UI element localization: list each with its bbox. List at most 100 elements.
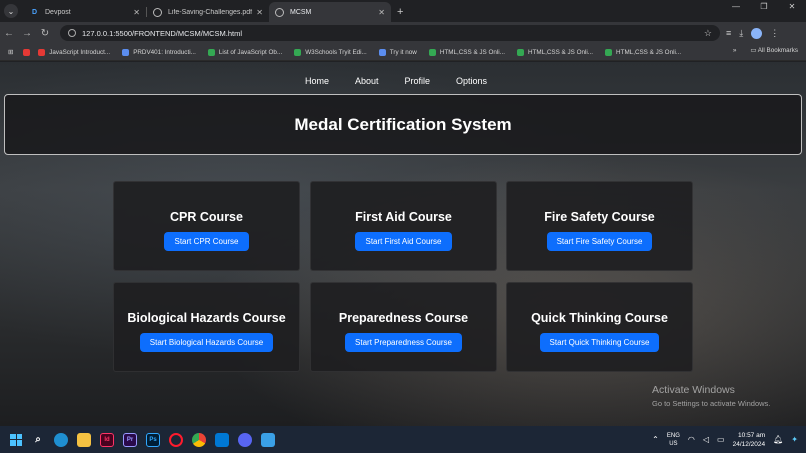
bookmark-item[interactable]: W3Schools Tryit Edi... [294, 48, 367, 56]
bookmark-item[interactable]: HTML,CSS & JS Onli... [605, 48, 682, 56]
course-card-first-aid: First Aid Course Start First Aid Course [310, 181, 497, 271]
bookmark-icon [378, 48, 386, 56]
wifi-icon[interactable]: ◠ [688, 435, 695, 444]
photoshop-icon[interactable]: Ps [146, 432, 160, 447]
watermark-title: Activate Windows [652, 384, 735, 396]
address-bar-row: ← → ↻ 127.0.0.1:5500/FRONTEND/MCSM/MCSM.… [0, 22, 806, 44]
reload-icon[interactable]: ↻ [36, 28, 54, 39]
tab-search-icon[interactable]: ⌄ [4, 4, 18, 18]
edge-icon[interactable] [54, 432, 68, 447]
url-text[interactable]: 127.0.0.1:5500/FRONTEND/MCSM/MCSM.html [82, 29, 704, 38]
bookmark-item[interactable]: HTML,CSS & JS Onli... [516, 48, 594, 56]
bookmark-icon [38, 48, 46, 56]
apps-icon[interactable]: ⊞ [8, 49, 13, 56]
maximize-icon[interactable]: ❐ [750, 2, 778, 11]
nav-profile[interactable]: Profile [405, 76, 431, 86]
bookmark-star-icon[interactable]: ☆ [704, 28, 712, 39]
download-icon[interactable]: ⤓ [739, 28, 743, 39]
bookmark-item[interactable]: JavaScript Introduct... [38, 48, 111, 56]
all-bookmarks[interactable]: ▭ All Bookmarks [750, 47, 798, 54]
tab-title: MCSM [290, 8, 312, 16]
bookmark-label: HTML,CSS & JS Onli... [616, 48, 682, 56]
indesign-icon[interactable]: Id [100, 432, 114, 447]
bookmark-icon [207, 48, 215, 56]
globe-icon [275, 7, 284, 17]
close-window-icon[interactable]: ✕ [778, 2, 806, 11]
minimize-icon[interactable]: — [722, 2, 750, 11]
course-title: Preparedness Course [338, 311, 469, 325]
media-icon[interactable]: ≡ [726, 28, 731, 38]
globe-icon [153, 7, 162, 17]
search-icon[interactable]: ⌕ [31, 433, 45, 447]
bookmark-item[interactable]: List of JavaScript Ob... [207, 48, 283, 56]
clock[interactable]: 10:57 am 24/12/2024 [733, 431, 766, 449]
close-tab-icon[interactable]: ✕ [133, 8, 140, 17]
start-cpr-button[interactable]: Start CPR Course [164, 232, 249, 251]
file-explorer-icon[interactable] [77, 432, 91, 447]
menu-icon[interactable]: ⋮ [770, 28, 779, 39]
nav-home[interactable]: Home [305, 76, 329, 86]
bookmark-label: JavaScript Introduct... [49, 48, 111, 56]
time-label: 10:57 am [738, 431, 766, 439]
devpost-icon: D [31, 8, 38, 16]
bookmark-icon [516, 48, 524, 56]
forward-icon[interactable]: → [18, 28, 36, 39]
bookmark-label: List of JavaScript Ob... [218, 48, 283, 56]
page-title: Medal Certification System [294, 114, 512, 134]
bookmark-item[interactable]: Try it now [378, 48, 417, 56]
bookmark-label: HTML,CSS & JS Onli... [439, 48, 505, 56]
course-title: Fire Safety Course [544, 210, 655, 224]
course-card-biological-hazards: Biological Hazards Course Start Biologic… [113, 282, 300, 372]
copilot-icon[interactable]: ✦ [791, 435, 798, 444]
tab-mcsm[interactable]: MCSM ✕ [269, 2, 391, 22]
course-title: CPR Course [170, 210, 243, 224]
taskbar: ⌕ Id Pr Ps ⌃ ENG US ◠ ◁ ▭ 10:57 am 24/12… [0, 426, 806, 453]
chevron-up-icon[interactable]: ⌃ [652, 435, 659, 444]
close-tab-icon[interactable]: ✕ [256, 8, 263, 17]
windows-start-icon[interactable] [10, 433, 22, 446]
notification-bell-icon[interactable]: 🔔︎ [773, 435, 783, 444]
page-viewport: Home About Profile Options Medal Certifi… [0, 62, 806, 426]
toolbar-buttons: ≡ ⤓ ⋮ [726, 27, 779, 39]
profile-avatar[interactable] [751, 27, 763, 39]
app-icon[interactable] [261, 432, 275, 447]
bookmark-label: HTML,CSS & JS Onli... [527, 48, 594, 56]
tab-pdf[interactable]: Life-Saving-Challenges.pdf ✕ [147, 2, 269, 22]
start-preparedness-button[interactable]: Start Preparedness Course [345, 333, 462, 352]
vscode-icon[interactable] [215, 432, 229, 447]
volume-icon[interactable]: ◁ [703, 435, 709, 444]
url-bar[interactable]: 127.0.0.1:5500/FRONTEND/MCSM/MCSM.html ☆ [60, 25, 720, 41]
bookmark-item[interactable]: HTML,CSS & JS Onli... [428, 48, 505, 56]
tab-title: Devpost [45, 8, 71, 16]
bookmark-item[interactable]: PRDV401: Introducti... [122, 48, 196, 56]
tab-devpost[interactable]: D Devpost ✕ [24, 2, 146, 22]
premiere-icon[interactable]: Pr [123, 432, 137, 447]
nav-options[interactable]: Options [456, 76, 487, 86]
bookmark-icon [294, 48, 302, 56]
back-icon[interactable]: ← [0, 28, 18, 39]
site-info-icon[interactable] [68, 29, 76, 37]
youtube-icon[interactable] [23, 48, 34, 56]
bookmark-icon [605, 48, 613, 56]
close-tab-icon[interactable]: ✕ [378, 8, 385, 17]
nav-about[interactable]: About [355, 76, 379, 86]
chrome-icon[interactable] [192, 432, 206, 447]
bookmark-label: PRDV401: Introducti... [133, 48, 196, 56]
course-title: Biological Hazards Course [127, 311, 286, 325]
site-nav: Home About Profile Options [0, 76, 806, 86]
start-fire-safety-button[interactable]: Start Fire Safety Course [546, 232, 653, 251]
discord-icon[interactable] [238, 432, 252, 447]
course-card-fire-safety: Fire Safety Course Start Fire Safety Cou… [506, 181, 693, 271]
region-label: US [669, 440, 678, 447]
battery-icon[interactable]: ▭ [717, 435, 725, 444]
language-indicator[interactable]: ENG US [667, 432, 680, 448]
new-tab-icon[interactable]: + [397, 6, 403, 18]
date-label: 24/12/2024 [732, 440, 766, 448]
bookmarks-right: » ▭ All Bookmarks [733, 47, 798, 54]
more-bookmarks-icon[interactable]: » [733, 47, 737, 54]
opera-icon[interactable] [169, 432, 183, 447]
start-biological-hazards-button[interactable]: Start Biological Hazards Course [139, 333, 274, 352]
bookmark-icon [428, 48, 436, 56]
start-first-aid-button[interactable]: Start First Aid Course [355, 232, 452, 251]
start-quick-thinking-button[interactable]: Start Quick Thinking Course [539, 333, 660, 352]
